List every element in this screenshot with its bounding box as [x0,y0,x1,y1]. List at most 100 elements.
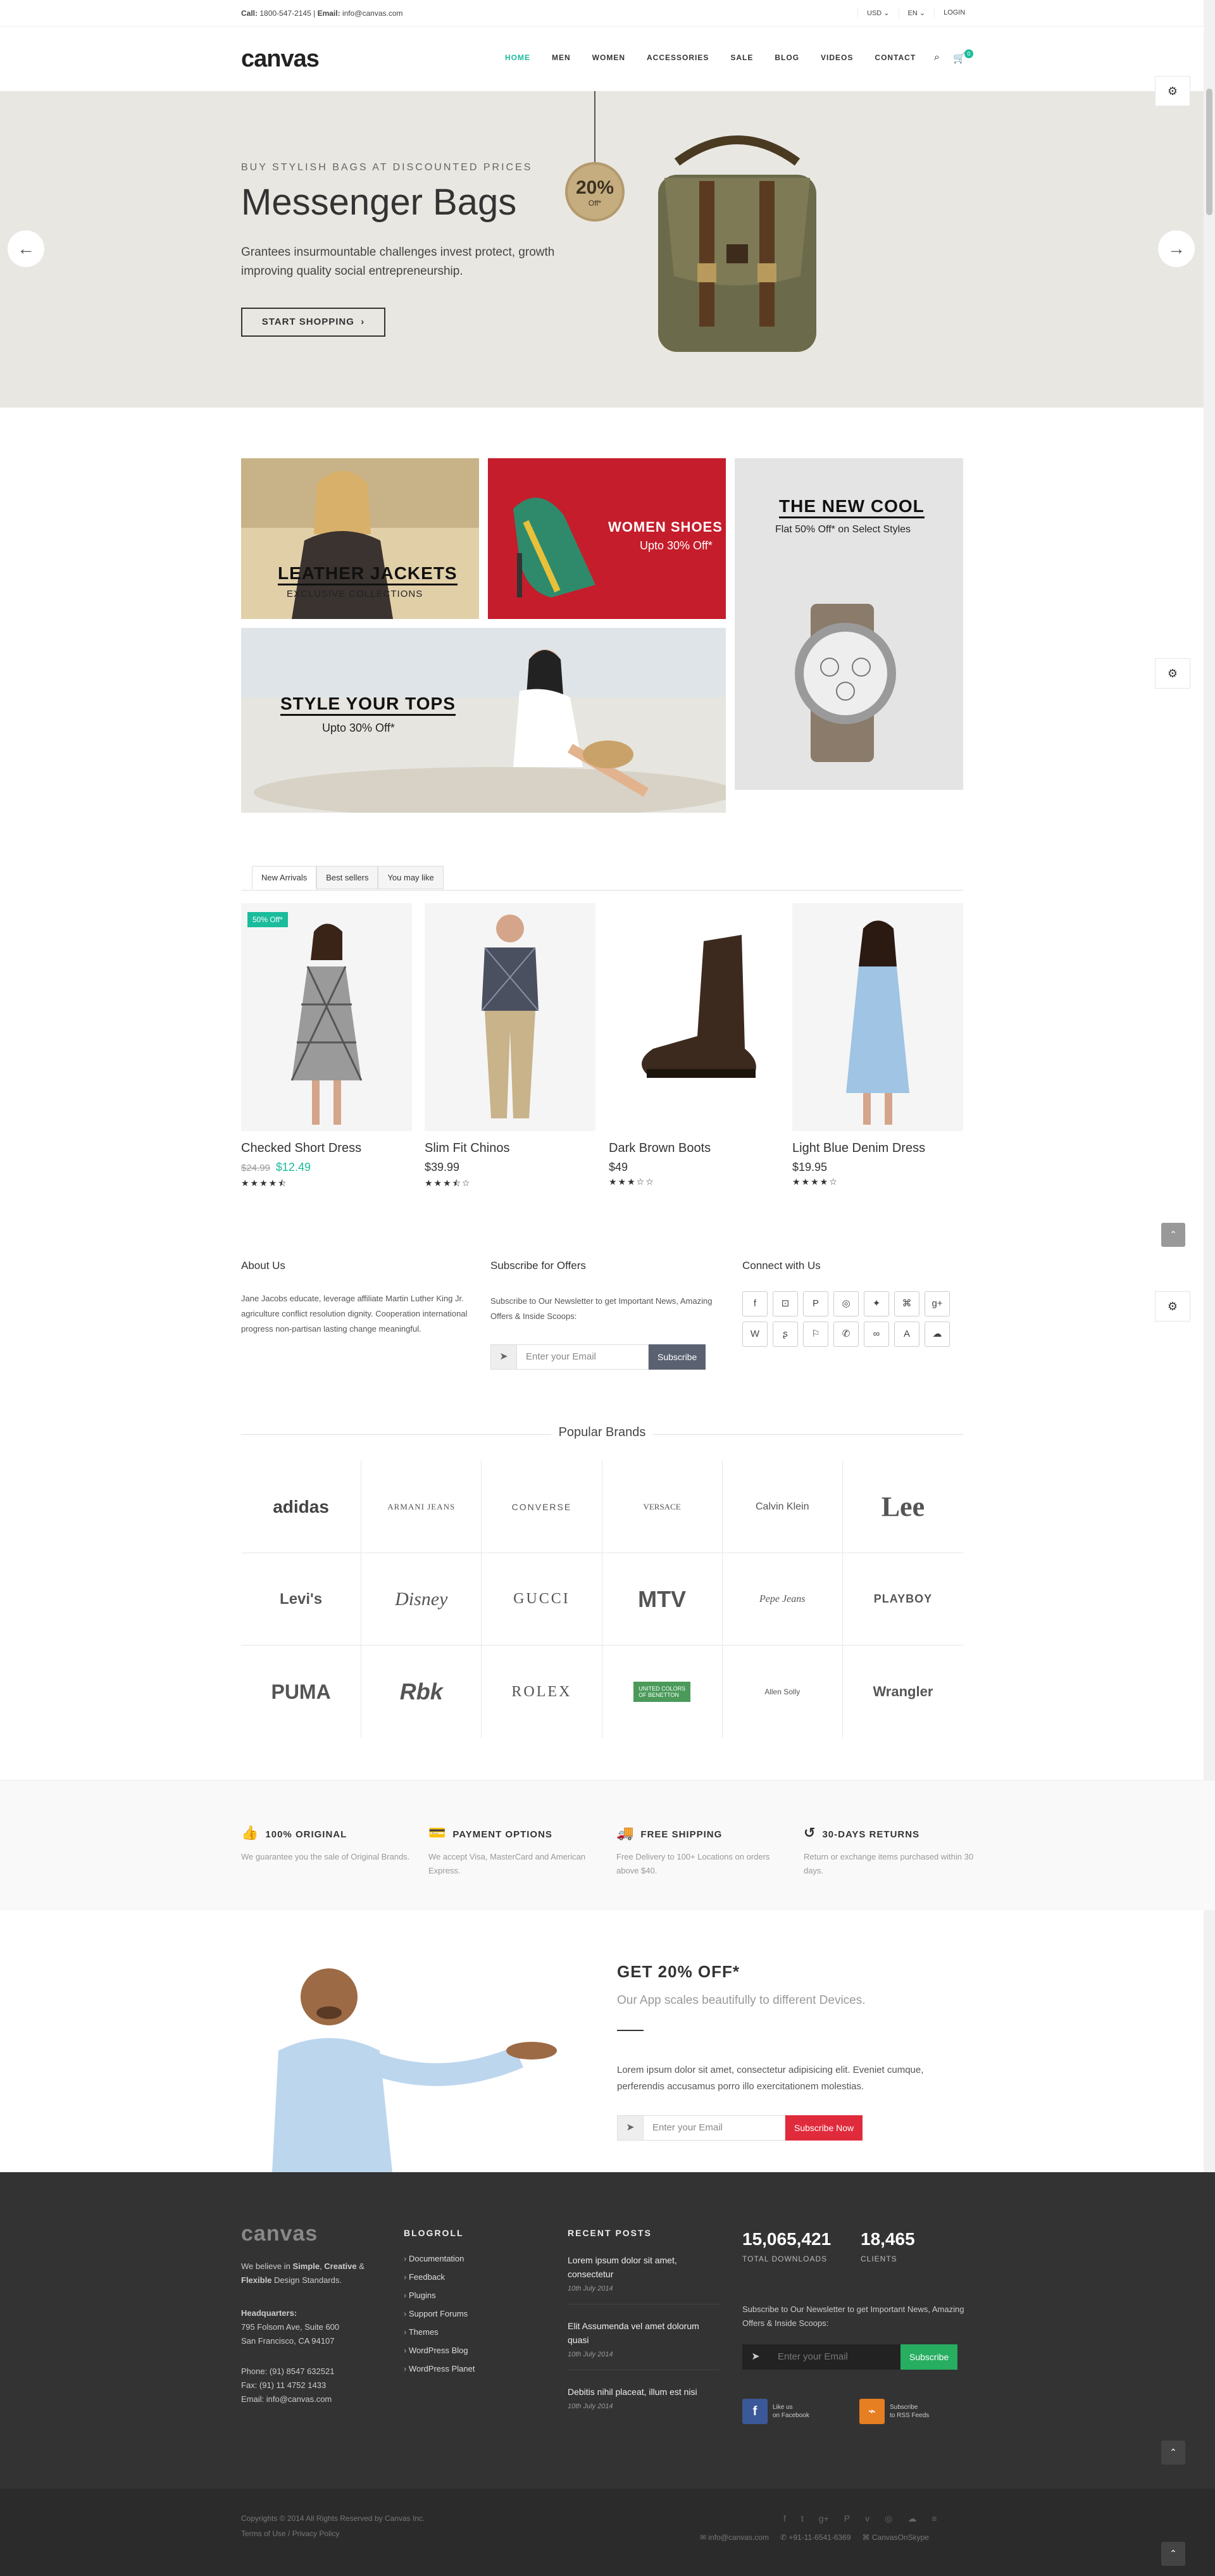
facebook-icon[interactable]: f [742,1291,768,1316]
brand-pepe-jeans[interactable]: Pepe Jeans [722,1553,843,1646]
recent-post[interactable]: Debitis nihil placeat, illum est nisi 10… [568,2385,720,2410]
footer-email-input[interactable]: Enter your Email [769,2344,900,2370]
brand-puma[interactable]: PUMA [241,1646,362,1738]
nav-contact[interactable]: CONTACT [875,53,916,62]
blogroll-link[interactable]: Feedback [404,2268,475,2286]
brand-armani[interactable]: ARMANI JEANS [361,1461,482,1553]
footer-logo[interactable]: canvas [241,2222,318,2246]
twitter-icon[interactable]: t [801,2513,804,2524]
product-name[interactable]: Slim Fit Chinos [425,1141,595,1156]
nav-accessories[interactable]: ACCESSORIES [647,53,709,62]
yahoo-icon[interactable]: ☁ [907,2513,916,2524]
scrollbar-thumb[interactable] [1206,89,1212,215]
search-icon[interactable]: ⌕ [934,52,940,63]
android-icon[interactable]: ✦ [864,1291,889,1316]
nav-home[interactable]: HOME [505,53,530,62]
brand-disney[interactable]: Disney [361,1553,482,1646]
settings-gear-icon[interactable]: ⚙ [1155,76,1190,106]
page-back-to-top-button[interactable]: ⌃ [1161,2542,1185,2566]
brand-versace[interactable]: VERSACE [602,1461,723,1553]
blogroll-link[interactable]: Plugins [404,2286,475,2304]
copyright-skype[interactable]: ⌘ CanvasOnSkype [863,2533,929,2542]
brand-levis[interactable]: Levi's [241,1553,362,1646]
cart-icon[interactable]: 🛒 [953,52,966,65]
back-to-top-button[interactable]: ⌃ [1161,1223,1185,1247]
github-icon[interactable]: ◎ [885,2513,892,2524]
blogroll-link[interactable]: Support Forums [404,2304,475,2323]
prev-slide-button[interactable]: ← [8,230,44,267]
brand-gucci[interactable]: GUCCI [482,1553,602,1646]
tab-you-may-like[interactable]: You may like [378,866,444,889]
settings-gear-icon[interactable]: ⚙ [1155,658,1190,689]
subscribe-button[interactable]: Subscribe [649,1344,706,1370]
recent-post[interactable]: Elit Assumenda vel amet dolorum quasi 10… [568,2319,720,2358]
product-image[interactable]: 50% Off* [241,903,412,1131]
klout-icon[interactable]: ∞ [864,1322,889,1347]
blogroll-link[interactable]: Documentation [404,2249,475,2268]
appstore-icon[interactable]: A [894,1322,919,1347]
brand-benetton[interactable]: UNITED COLORS OF BENETTON [602,1646,723,1738]
brand-calvin-klein[interactable]: Calvin Klein [722,1461,843,1553]
facebook-icon[interactable]: f [783,2513,786,2524]
nav-sale[interactable]: SALE [730,53,753,62]
privacy-link[interactable]: Privacy Policy [292,2529,340,2538]
promo-women-shoes[interactable]: WOMEN SHOES Upto 30% Off* [488,458,726,619]
nav-women[interactable]: WOMEN [592,53,625,62]
rss-icon[interactable]: ≡ [932,2513,937,2524]
brand-converse[interactable]: CONVERSE [482,1461,602,1553]
promo-new-cool[interactable]: THE NEW COOL Flat 50% Off* on Select Sty… [735,458,963,790]
copyright-email[interactable]: ✉ info@canvas.com [700,2533,769,2542]
tab-best-sellers[interactable]: Best sellers [316,866,378,889]
product-card[interactable]: Slim Fit Chinos $39.99 ★★★⯪☆ [425,903,595,1192]
rss-subscribe-box[interactable]: ⌁ Subscribe to RSS Feeds [859,2399,929,2424]
product-name[interactable]: Checked Short Dress [241,1141,412,1156]
brand-rolex[interactable]: ROLEX [482,1646,602,1738]
pinterest-icon[interactable]: P [844,2513,850,2524]
product-card[interactable]: Light Blue Denim Dress $19.95 ★★★★☆ [792,903,963,1187]
promo-leather-jackets[interactable]: LEATHER JACKETS EXCLUSIVE COLLECTIONS [241,458,479,619]
post-title[interactable]: Debitis nihil placeat, illum est nisi [568,2385,720,2399]
call-icon[interactable]: ✆ [833,1322,859,1347]
language-select[interactable]: EN ⌄ [898,8,935,18]
product-image[interactable] [792,903,963,1131]
nav-videos[interactable]: VIDEOS [821,53,853,62]
product-name[interactable]: Dark Brown Boots [609,1141,780,1156]
product-card[interactable]: Dark Brown Boots $49 ★★★☆☆ [609,903,780,1187]
brand-wrangler[interactable]: Wrangler [843,1646,963,1738]
stumbleupon-icon[interactable]: ʂ [773,1322,798,1347]
subscribe-now-button[interactable]: Subscribe Now [785,2115,863,2141]
delicious-icon[interactable]: ⊡ [773,1291,798,1316]
settings-gear-icon[interactable]: ⚙ [1155,1291,1190,1322]
brand-playboy[interactable]: PLAYBOY [842,1553,963,1646]
vimeo-icon[interactable]: v [865,2513,869,2524]
product-name[interactable]: Light Blue Denim Dress [792,1141,963,1156]
brand-reebok[interactable]: Rbk [361,1646,482,1738]
footer-subscribe-button[interactable]: Subscribe [900,2344,958,2370]
post-title[interactable]: Elit Assumenda vel amet dolorum quasi [568,2319,720,2347]
footer-back-to-top-button[interactable]: ⌃ [1161,2441,1185,2465]
phone-link[interactable]: 1800-547-2145 [259,9,311,18]
footer-email[interactable]: Email: info@canvas.com [241,2392,334,2406]
nav-men[interactable]: MEN [552,53,571,62]
product-image[interactable] [425,903,595,1131]
facebook-like-box[interactable]: f Like us on Facebook [742,2399,809,2424]
flattr-icon[interactable]: ◎ [833,1291,859,1316]
promo-style-tops[interactable]: STYLE YOUR TOPS Upto 30% Off* [241,628,726,813]
paypal-icon[interactable]: P [803,1291,828,1316]
nav-blog[interactable]: BLOG [775,53,799,62]
brand-lee[interactable]: Lee [842,1461,963,1553]
brand-allen-solly[interactable]: Allen Solly [723,1646,843,1738]
foursquare-icon[interactable]: ⚐ [803,1322,828,1347]
brand-adidas[interactable]: adidas [241,1461,362,1553]
post-title[interactable]: Lorem ipsum dolor sit amet, consectetur [568,2253,720,2281]
copyright-phone[interactable]: ✆ +91-11-6541-6369 [780,2533,851,2542]
google-plus-icon[interactable]: g+ [819,2513,829,2524]
wikipedia-icon[interactable]: W [742,1322,768,1347]
terms-link[interactable]: Terms of Use [241,2529,286,2538]
currency-select[interactable]: USD ⌄ [857,8,899,18]
next-slide-button[interactable]: → [1158,230,1195,267]
app-email-input[interactable]: Enter your Email [644,2115,785,2141]
logo[interactable]: canvas [241,46,320,73]
subscribe-email-input[interactable]: Enter your Email [517,1344,649,1370]
cloud-icon[interactable]: ☁ [925,1322,950,1347]
